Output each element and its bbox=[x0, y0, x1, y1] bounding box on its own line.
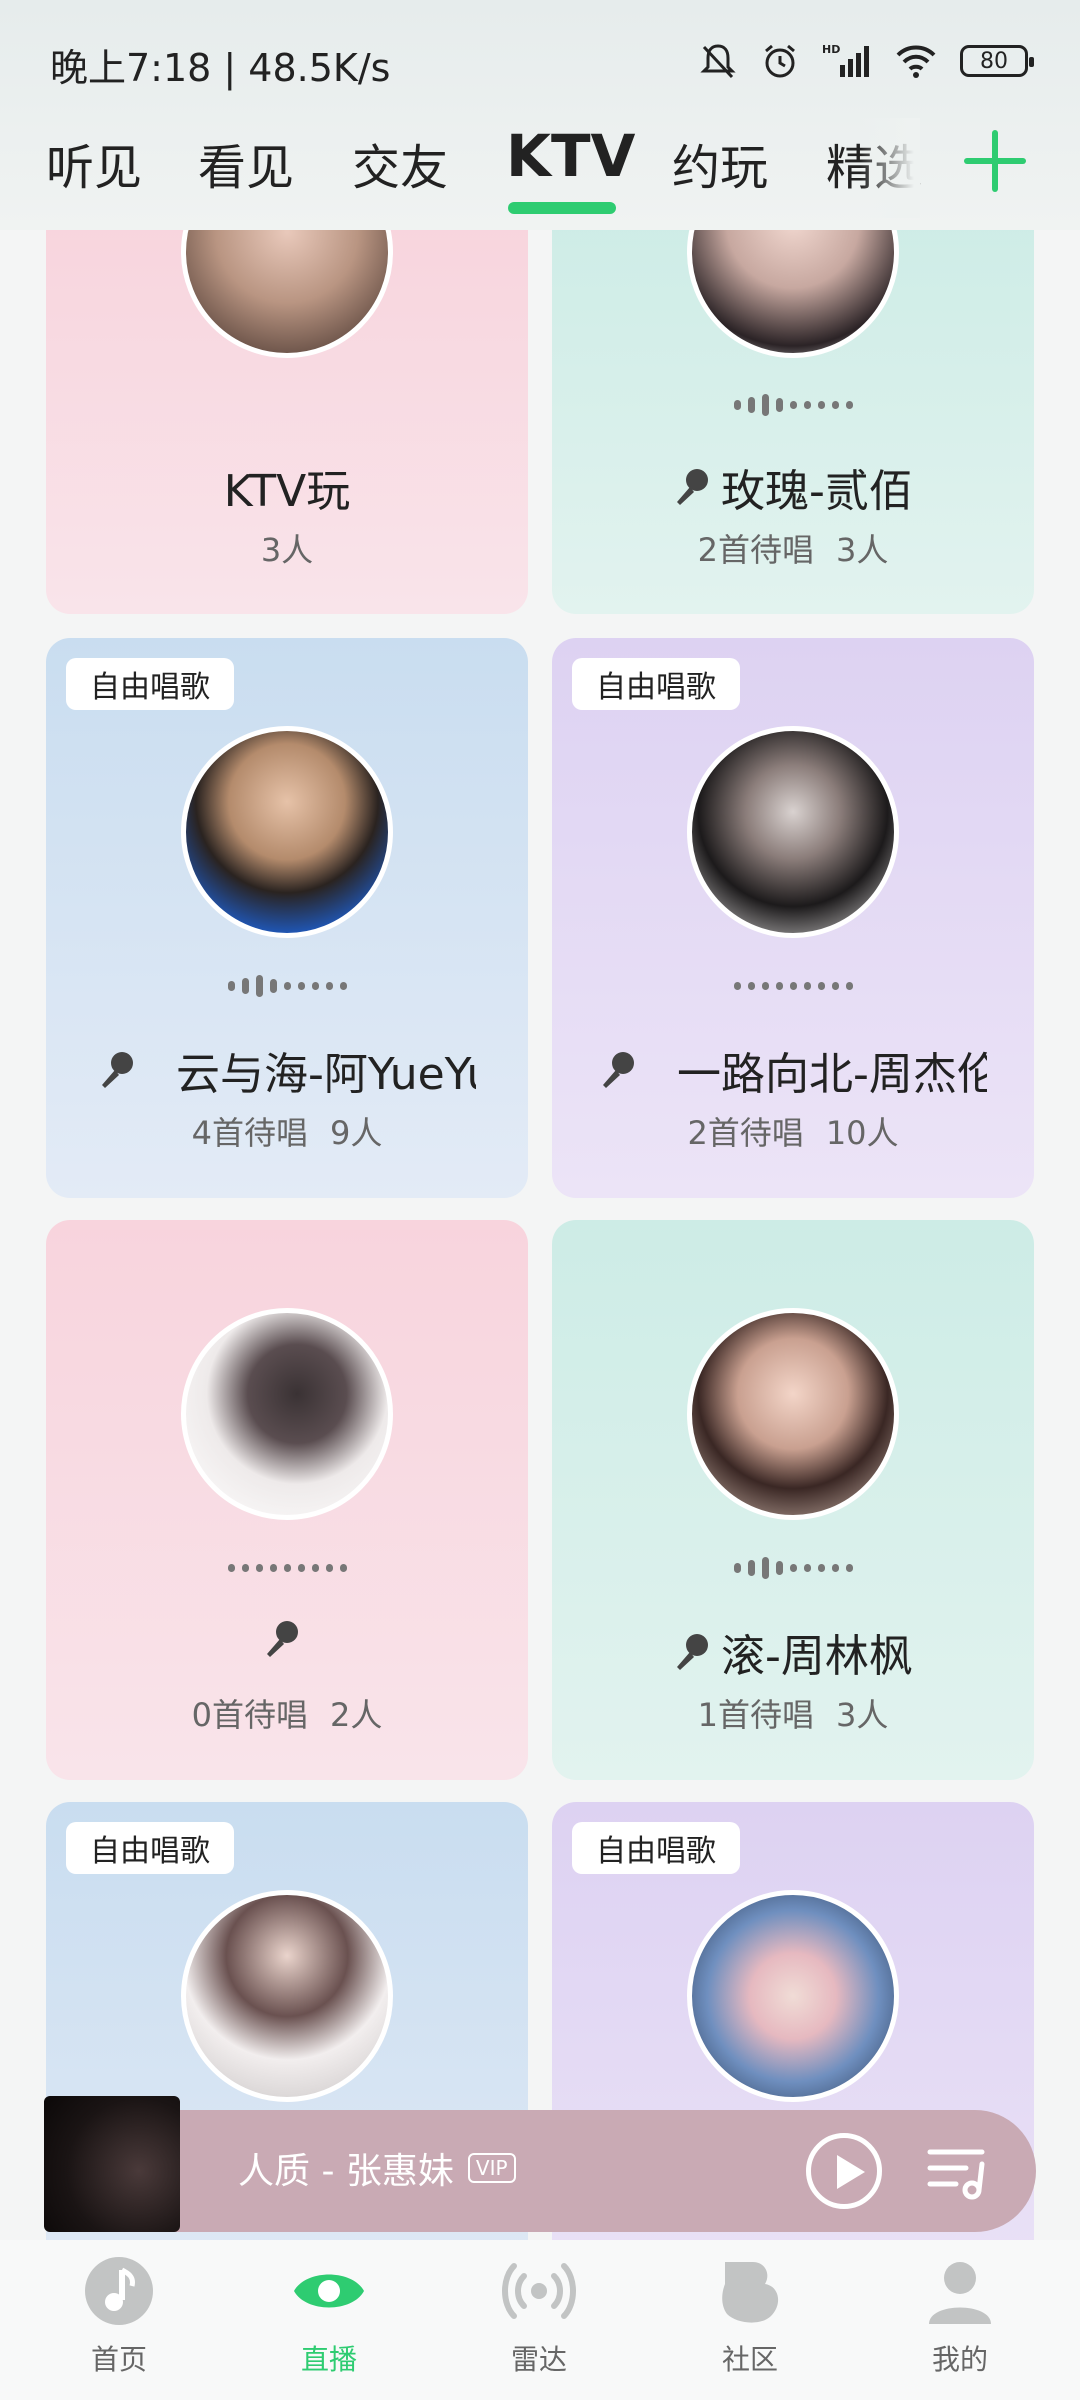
room-meta: 0首待唱 2人 bbox=[191, 1696, 383, 1734]
player-song-title[interactable]: 人质 - 张惠妹 VIP bbox=[238, 2142, 516, 2194]
microphone-icon bbox=[677, 1634, 709, 1670]
voice-wave-icon bbox=[552, 1556, 1034, 1580]
tab-ktv[interactable]: KTV bbox=[506, 122, 635, 190]
tab-friends[interactable]: 交友 bbox=[352, 128, 448, 198]
playlist-icon[interactable] bbox=[926, 2142, 992, 2202]
microphone-icon bbox=[267, 1621, 298, 1657]
svg-text:HD: HD bbox=[822, 43, 840, 56]
nav-profile[interactable]: 我的 bbox=[900, 2254, 1020, 2378]
nav-community[interactable]: 社区 bbox=[690, 2254, 810, 2378]
room-meta: 2首待唱 3人 bbox=[697, 531, 889, 569]
nav-radar[interactable]: 雷达 bbox=[479, 2254, 599, 2378]
room-avatar bbox=[181, 726, 393, 938]
category-tabs: 听见 看见 交友 KTV 约玩 精选 bbox=[0, 118, 1080, 218]
room-title: KTV玩 bbox=[223, 466, 351, 517]
room-song bbox=[46, 1620, 528, 1658]
play-button[interactable] bbox=[806, 2133, 882, 2209]
voice-wave-icon bbox=[552, 393, 1034, 417]
voice-wave-icon bbox=[46, 1556, 528, 1580]
radar-icon bbox=[502, 2263, 576, 2319]
room-avatar bbox=[181, 1890, 393, 2102]
wifi-icon bbox=[896, 45, 936, 78]
room-meta: 3人 bbox=[260, 531, 314, 569]
album-cover[interactable] bbox=[44, 2096, 180, 2232]
community-icon bbox=[722, 2262, 779, 2323]
room-avatar bbox=[687, 1890, 899, 2102]
tab-play-together[interactable]: 约玩 bbox=[672, 128, 768, 198]
room-avatar bbox=[687, 726, 899, 938]
mute-bell-icon bbox=[700, 44, 736, 79]
microphone-icon bbox=[102, 1052, 133, 1088]
room-mode-badge: 自由唱歌 bbox=[572, 1822, 740, 1874]
room-card[interactable]: KTV玩 3人 bbox=[46, 200, 528, 614]
eye-icon bbox=[294, 2274, 364, 2308]
room-meta: 2首待唱 10人 bbox=[687, 1114, 899, 1152]
room-mode-badge: 自由唱歌 bbox=[66, 658, 234, 710]
tab-watch[interactable]: 看见 bbox=[198, 128, 294, 198]
nav-home[interactable]: 首页 bbox=[59, 2254, 179, 2378]
battery-icon: 80 bbox=[960, 45, 1034, 77]
room-card[interactable]: 滚-周林枫 1首待唱 3人 bbox=[552, 1220, 1034, 1780]
status-icons: HD 80 bbox=[698, 36, 1034, 86]
voice-wave-icon bbox=[552, 974, 1034, 998]
top-header: 晚上7:18 | 48.5K/s HD 80 听见 看见 交友 KTV 约玩 精… bbox=[0, 0, 1080, 230]
room-meta: 1首待唱 3人 bbox=[697, 1696, 889, 1734]
tab-listen[interactable]: 听见 bbox=[46, 128, 142, 198]
room-mode-badge: 自由唱歌 bbox=[572, 658, 740, 710]
room-song: 一路向北-周杰伦 bbox=[552, 1038, 1034, 1102]
room-grid: KTV玩 3人 玫瑰-贰佰 2首待唱3人 自由唱歌 云与海-阿YueYue 4首… bbox=[0, 0, 1080, 2400]
nav-live[interactable]: 直播 bbox=[269, 2254, 389, 2378]
add-tab-button[interactable] bbox=[962, 128, 1028, 194]
room-card[interactable]: 自由唱歌 一路向北-周杰伦 2首待唱 10人 bbox=[552, 638, 1034, 1198]
profile-icon bbox=[929, 2262, 991, 2324]
vip-badge: VIP bbox=[467, 2153, 516, 2183]
active-tab-indicator bbox=[508, 202, 616, 214]
room-avatar bbox=[687, 1308, 899, 1520]
signal-icon: HD bbox=[822, 43, 869, 77]
room-song: 云与海-阿YueYue bbox=[46, 1038, 528, 1102]
voice-wave-icon bbox=[46, 974, 528, 998]
room-avatar bbox=[181, 1308, 393, 1520]
microphone-icon bbox=[677, 469, 709, 505]
alarm-icon bbox=[765, 44, 795, 78]
room-meta: 4首待唱 9人 bbox=[191, 1114, 383, 1152]
tab-fade bbox=[860, 118, 920, 218]
room-song: 玫瑰-贰佰 bbox=[552, 455, 1034, 519]
music-note-icon bbox=[85, 2257, 153, 2325]
status-bar-time: 晚上7:18 | 48.5K/s bbox=[50, 45, 391, 90]
bottom-navigation: 首页 直播 雷达 社区 我的 bbox=[0, 2240, 1080, 2400]
mini-player[interactable] bbox=[46, 2110, 1036, 2232]
microphone-icon bbox=[603, 1052, 634, 1088]
room-card[interactable]: 玫瑰-贰佰 2首待唱 3人 bbox=[552, 200, 1034, 614]
room-mode-badge: 自由唱歌 bbox=[66, 1822, 234, 1874]
room-card[interactable]: 0首待唱 2人 bbox=[46, 1220, 528, 1780]
room-song: 滚-周林枫 bbox=[552, 1620, 1034, 1684]
room-card[interactable]: 自由唱歌 云与海-阿YueYue 4首待唱9人 bbox=[46, 638, 528, 1198]
